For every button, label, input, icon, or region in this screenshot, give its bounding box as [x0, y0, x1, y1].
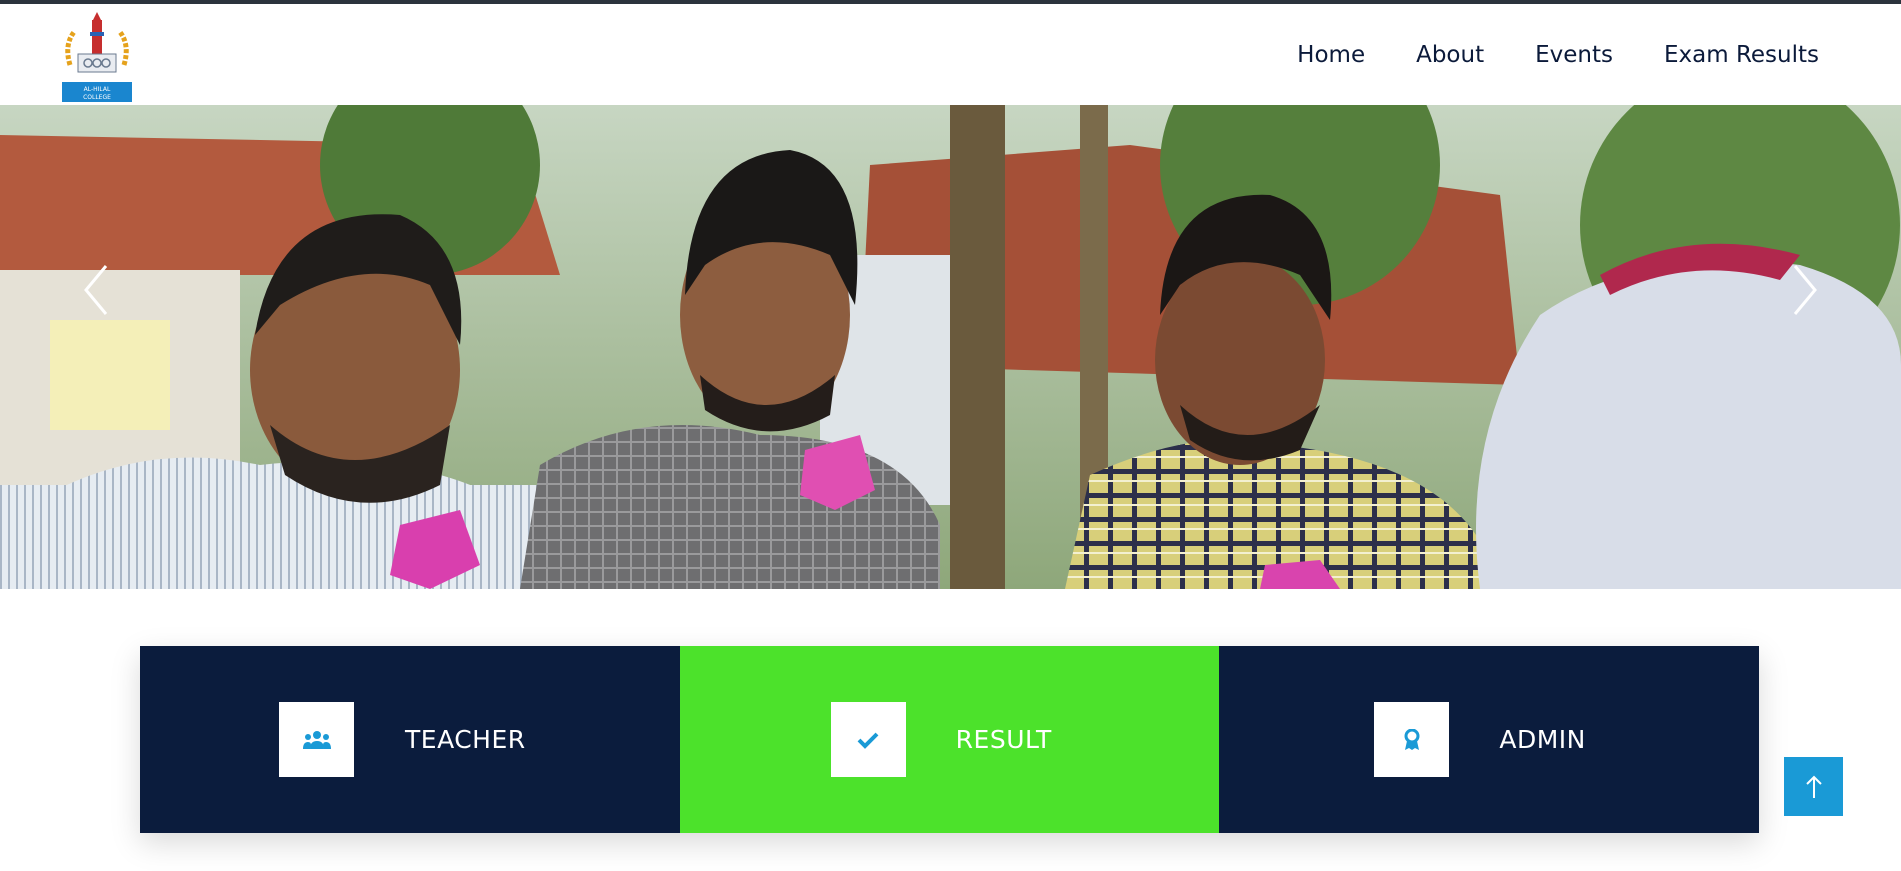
main-nav: Home About Events Exam Results	[1297, 4, 1819, 105]
chevron-right-icon	[1793, 265, 1817, 315]
nav-home-link[interactable]: Home	[1297, 42, 1365, 68]
chevron-left-icon	[84, 265, 108, 315]
result-icon-box	[830, 702, 906, 777]
result-card[interactable]: RESULT	[679, 646, 1220, 833]
admin-label: ADMIN	[1499, 725, 1586, 754]
svg-text:AL-HILAL: AL-HILAL	[84, 86, 111, 93]
check-icon	[857, 732, 879, 749]
carousel-next-button[interactable]	[1787, 260, 1823, 320]
teacher-card[interactable]: TEACHER	[140, 646, 680, 833]
award-icon	[1404, 728, 1420, 750]
back-to-top-button[interactable]	[1784, 757, 1843, 816]
admin-icon-box	[1374, 702, 1450, 777]
teacher-icon-box	[279, 702, 354, 777]
hero-photo	[0, 105, 1901, 589]
arrow-up-icon	[1805, 775, 1822, 798]
feature-cards: TEACHER RESULT ADMIN	[140, 646, 1760, 833]
nav-events-link[interactable]: Events	[1535, 42, 1613, 68]
result-label: RESULT	[955, 725, 1052, 754]
nav-exam-results-link[interactable]: Exam Results	[1664, 42, 1819, 68]
svg-text:COLLEGE: COLLEGE	[83, 94, 111, 101]
admin-card[interactable]: ADMIN	[1219, 646, 1760, 833]
teacher-label: TEACHER	[405, 725, 526, 754]
carousel-prev-button[interactable]	[78, 260, 114, 320]
hero-carousel	[0, 105, 1901, 589]
college-logo[interactable]: AL-HILAL COLLEGE	[60, 10, 134, 106]
users-icon	[302, 730, 331, 749]
nav-about-link[interactable]: About	[1416, 42, 1484, 68]
navbar: AL-HILAL COLLEGE Home About Events Exam …	[0, 4, 1901, 105]
